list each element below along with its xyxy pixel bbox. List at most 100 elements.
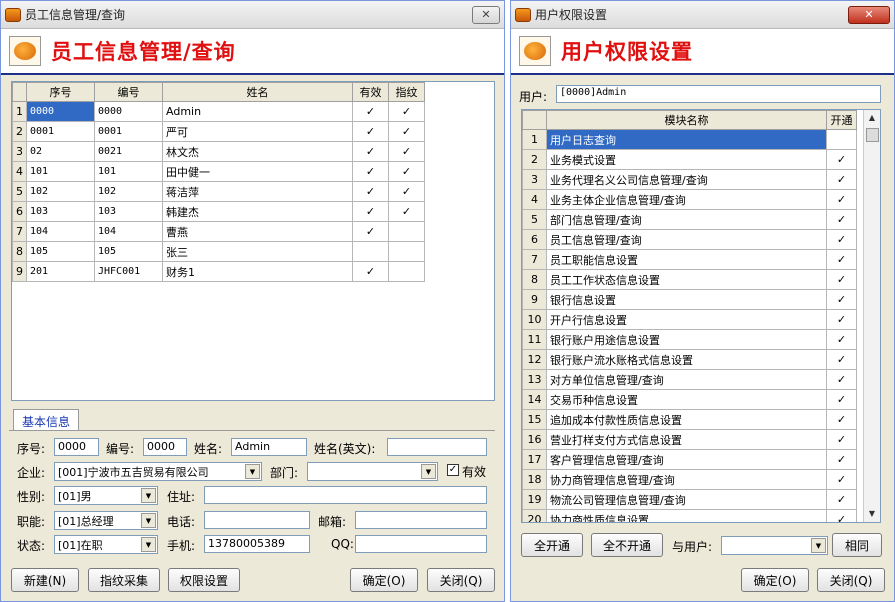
finger-cell[interactable]: ✓	[388, 181, 425, 202]
enabled-cell[interactable]: ✓	[826, 169, 857, 190]
code-field[interactable]: 0000	[143, 438, 187, 456]
chevron-down-icon[interactable]: ▼	[141, 513, 156, 528]
code-cell[interactable]: 102	[94, 181, 163, 202]
close-button[interactable]: 关闭(Q)	[817, 568, 885, 592]
enabled-cell[interactable]	[826, 129, 857, 150]
scrollbar[interactable]: ▲ ▼	[863, 110, 880, 522]
seq-cell[interactable]: 201	[26, 261, 95, 282]
enabled-cell[interactable]: ✓	[826, 489, 857, 510]
list-item[interactable]: 14 交易币种信息设置 ✓	[522, 389, 857, 410]
name-field[interactable]: Admin	[231, 438, 307, 456]
table-row[interactable]: 5 102 102 蒋洁萍 ✓ ✓	[12, 181, 425, 202]
col-seq[interactable]: 序号	[26, 82, 95, 102]
module-name-cell[interactable]: 银行账户用途信息设置	[546, 329, 827, 350]
list-item[interactable]: 7 员工职能信息设置 ✓	[522, 249, 857, 270]
finger-cell[interactable]: ✓	[388, 121, 425, 142]
enable-all-button[interactable]: 全开通	[521, 533, 583, 557]
module-name-cell[interactable]: 员工职能信息设置	[546, 249, 827, 270]
name-cell[interactable]: 田中健一	[162, 161, 353, 182]
user-field[interactable]: [0000]Admin	[556, 85, 881, 103]
seq-field[interactable]: 0000	[54, 438, 99, 456]
table-row[interactable]: 1 0000 0000 Admin ✓ ✓	[12, 101, 425, 122]
list-item[interactable]: 11 银行账户用途信息设置 ✓	[522, 329, 857, 350]
email-field[interactable]	[355, 511, 487, 529]
list-item[interactable]: 13 对方单位信息管理/查询 ✓	[522, 369, 857, 390]
module-name-cell[interactable]: 部门信息管理/查询	[546, 209, 827, 230]
list-item[interactable]: 9 银行信息设置 ✓	[522, 289, 857, 310]
with-user-select[interactable]: ▼	[721, 536, 828, 555]
status-select[interactable]: [01]在职 ▼	[54, 535, 158, 554]
list-item[interactable]: 1 用户日志查询	[522, 129, 857, 150]
name-cell[interactable]: 蒋洁萍	[162, 181, 353, 202]
list-item[interactable]: 17 客户管理信息管理/查询 ✓	[522, 449, 857, 470]
module-name-cell[interactable]: 员工工作状态信息设置	[546, 269, 827, 290]
list-item[interactable]: 2 业务模式设置 ✓	[522, 149, 857, 170]
enabled-cell[interactable]: ✓	[826, 449, 857, 470]
qq-field[interactable]	[355, 535, 487, 553]
fingerprint-button[interactable]: 指纹采集	[88, 568, 160, 592]
finger-cell[interactable]	[388, 261, 425, 282]
finger-cell[interactable]: ✓	[388, 141, 425, 162]
col-finger[interactable]: 指纹	[388, 82, 425, 102]
valid-cell[interactable]: ✓	[352, 101, 389, 122]
module-name-cell[interactable]: 追加成本付款性质信息设置	[546, 409, 827, 430]
tab-basic-info[interactable]: 基本信息	[13, 409, 80, 431]
table-row[interactable]: 3 02 0021 林文杰 ✓ ✓	[12, 141, 425, 162]
seq-cell[interactable]: 0001	[26, 121, 95, 142]
list-item[interactable]: 18 协力商管理信息管理/查询 ✓	[522, 469, 857, 490]
same-button[interactable]: 相同	[832, 533, 882, 557]
finger-cell[interactable]: ✓	[388, 201, 425, 222]
enabled-cell[interactable]: ✓	[826, 409, 857, 430]
enabled-cell[interactable]: ✓	[826, 289, 857, 310]
seq-cell[interactable]: 104	[26, 221, 95, 242]
module-name-cell[interactable]: 员工信息管理/查询	[546, 229, 827, 250]
enabled-cell[interactable]: ✓	[826, 249, 857, 270]
list-item[interactable]: 12 银行账户流水账格式信息设置 ✓	[522, 349, 857, 370]
module-name-cell[interactable]: 用户日志查询	[546, 129, 827, 150]
name-cell[interactable]: 张三	[162, 241, 353, 262]
name-cell[interactable]: 林文杰	[162, 141, 353, 162]
valid-cell[interactable]: ✓	[352, 201, 389, 222]
valid-cell[interactable]: ✓	[352, 141, 389, 162]
valid-cell[interactable]: ✓	[352, 181, 389, 202]
table-row[interactable]: 2 0001 0001 严可 ✓ ✓	[12, 121, 425, 142]
module-name-cell[interactable]: 业务代理名义公司信息管理/查询	[546, 169, 827, 190]
chevron-down-icon[interactable]: ▼	[811, 538, 826, 553]
module-name-cell[interactable]: 业务主体企业信息管理/查询	[546, 189, 827, 210]
employee-grid[interactable]: 序号 编号 姓名 有效 指纹 1 0000 0000 Admin ✓ ✓ 2 0001 0001…	[11, 81, 495, 401]
list-item[interactable]: 4 业务主体企业信息管理/查询 ✓	[522, 189, 857, 210]
enabled-cell[interactable]: ✓	[826, 189, 857, 210]
name-cell[interactable]: 韩建杰	[162, 201, 353, 222]
list-item[interactable]: 6 员工信息管理/查询 ✓	[522, 229, 857, 250]
code-cell[interactable]: 105	[94, 241, 163, 262]
dept-select[interactable]: ▼	[307, 462, 438, 481]
finger-cell[interactable]	[388, 221, 425, 242]
enabled-cell[interactable]: ✓	[826, 429, 857, 450]
ok-button[interactable]: 确定(O)	[741, 568, 809, 592]
disable-all-button[interactable]: 全不开通	[591, 533, 663, 557]
gender-select[interactable]: [01]男 ▼	[54, 486, 158, 505]
seq-cell[interactable]: 0000	[26, 101, 95, 122]
col-valid[interactable]: 有效	[352, 82, 389, 102]
valid-cell[interactable]	[352, 241, 389, 262]
new-button[interactable]: 新建(N)	[11, 568, 79, 592]
col-code[interactable]: 编号	[94, 82, 163, 102]
module-name-cell[interactable]: 业务模式设置	[546, 149, 827, 170]
seq-cell[interactable]: 103	[26, 201, 95, 222]
module-name-cell[interactable]: 银行信息设置	[546, 289, 827, 310]
table-row[interactable]: 9 201 JHFC001 财务1 ✓	[12, 261, 425, 282]
module-name-cell[interactable]: 营业打样支付方式信息设置	[546, 429, 827, 450]
list-item[interactable]: 10 开户行信息设置 ✓	[522, 309, 857, 330]
table-row[interactable]: 6 103 103 韩建杰 ✓ ✓	[12, 201, 425, 222]
list-item[interactable]: 19 物流公司管理信息管理/查询 ✓	[522, 489, 857, 510]
code-cell[interactable]: 0000	[94, 101, 163, 122]
company-select[interactable]: [001]宁波市五吉贸易有限公司 ▼	[54, 462, 262, 481]
finger-cell[interactable]: ✓	[388, 101, 425, 122]
valid-checkbox[interactable]: ✓	[447, 464, 459, 476]
module-name-cell[interactable]: 客户管理信息管理/查询	[546, 449, 827, 470]
position-select[interactable]: [01]总经理 ▼	[54, 511, 158, 530]
enabled-cell[interactable]: ✓	[826, 209, 857, 230]
seq-cell[interactable]: 105	[26, 241, 95, 262]
seq-cell[interactable]: 101	[26, 161, 95, 182]
scroll-down-icon[interactable]: ▼	[864, 506, 880, 522]
